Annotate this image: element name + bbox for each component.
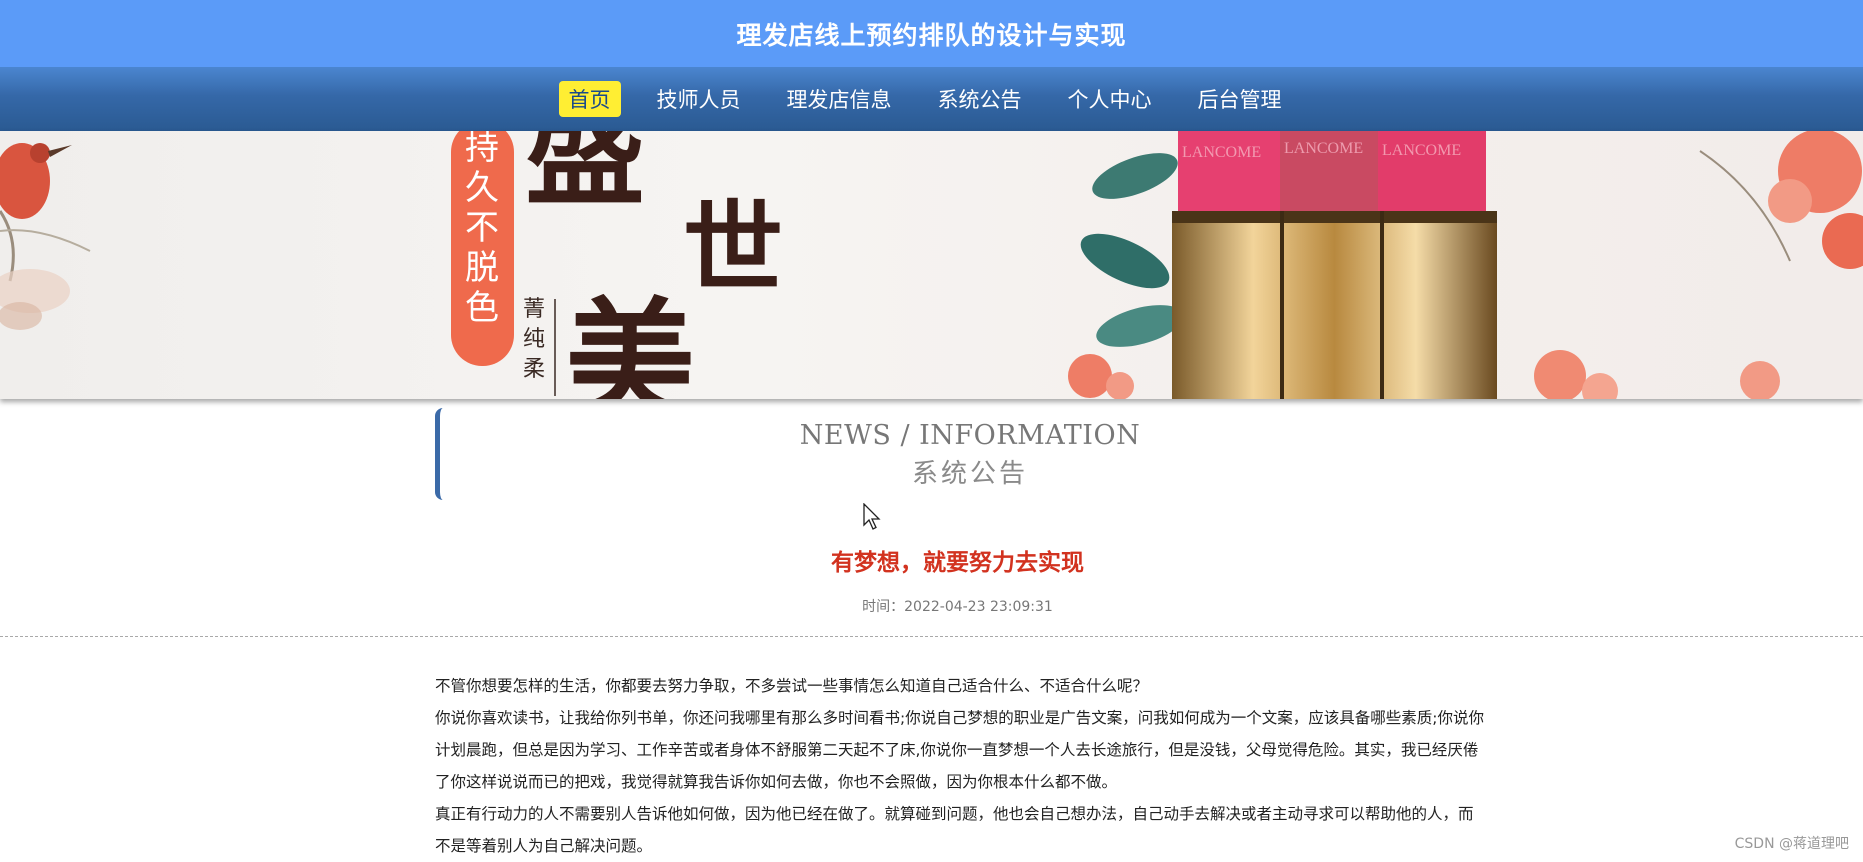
section-heading: NEWS / INFORMATION 系统公告	[435, 408, 1500, 500]
site-title-bar: 理发店线上预约排队的设计与实现	[0, 0, 1863, 67]
svg-text:不: 不	[465, 210, 499, 247]
svg-text:LANCOME: LANCOME	[1382, 142, 1461, 159]
article-paragraph: 你说你喜欢读书，让我给你列书单，你还问我哪里有那么多时间看书;你说自己梦想的职业…	[435, 709, 1484, 791]
nav-shop-info[interactable]: 理发店信息	[777, 81, 902, 117]
banner-carousel[interactable]: 持 久 不 脱 色 盛 世 美 菁 纯 柔 LANCOME LANCOME LA…	[0, 131, 1863, 399]
svg-text:脱: 脱	[465, 249, 499, 287]
nav-home[interactable]: 首页	[558, 81, 621, 117]
article-title: 有梦想，就要努力去实现	[831, 550, 1084, 576]
section-title-en: NEWS / INFORMATION	[799, 420, 1141, 451]
flower-illustration	[1534, 131, 1863, 399]
nav-personal-center[interactable]: 个人中心	[1058, 81, 1162, 117]
svg-text:柔: 柔	[523, 356, 545, 381]
svg-text:久: 久	[465, 169, 499, 207]
svg-text:LANCOME: LANCOME	[1182, 144, 1261, 161]
svg-text:盛: 盛	[525, 131, 645, 222]
nav-announcements[interactable]: 系统公告	[928, 81, 1032, 117]
section-title-cn: 系统公告	[911, 459, 1028, 489]
mouse-cursor-icon	[863, 503, 881, 530]
svg-text:菁: 菁	[523, 296, 545, 321]
nav-technicians[interactable]: 技师人员	[647, 81, 751, 117]
svg-text:色: 色	[465, 289, 499, 327]
divider	[0, 636, 1863, 637]
svg-text:世: 世	[683, 189, 783, 307]
nav-admin[interactable]: 后台管理	[1188, 81, 1292, 117]
csdn-watermark: CSDN @蒋道理吧	[1734, 836, 1849, 852]
svg-text:持: 持	[465, 131, 499, 167]
svg-text:美: 美	[565, 284, 695, 399]
bird-illustration	[0, 143, 91, 330]
article-paragraph: 不管你想要怎样的生活，你都要去努力争取，不多尝试一些事情怎么知道自己适合什么、不…	[435, 677, 1149, 695]
article-paragraph: 真正有行动力的人不需要别人告诉他如何做，因为他已经在做了。就算碰到问题，他也会自…	[435, 805, 1474, 855]
article-timestamp: 时间：2022-04-23 23:09:31	[862, 599, 1053, 615]
lipstick-illustration: LANCOME LANCOME LANCOME	[1172, 131, 1497, 399]
svg-text:纯: 纯	[523, 326, 545, 351]
main-nav: 首页 技师人员 理发店信息 系统公告 个人中心 后台管理	[0, 67, 1863, 131]
article-body: 不管你想要怎样的生活，你都要去努力争取，不多尝试一些事情怎么知道自己适合什么、不…	[435, 670, 1485, 862]
svg-text:LANCOME: LANCOME	[1284, 140, 1363, 157]
leaves-illustration	[1068, 153, 1184, 399]
banner-image: 持 久 不 脱 色 盛 世 美 菁 纯 柔 LANCOME LANCOME LA…	[0, 131, 1863, 399]
site-title: 理发店线上预约排队的设计与实现	[736, 20, 1127, 50]
